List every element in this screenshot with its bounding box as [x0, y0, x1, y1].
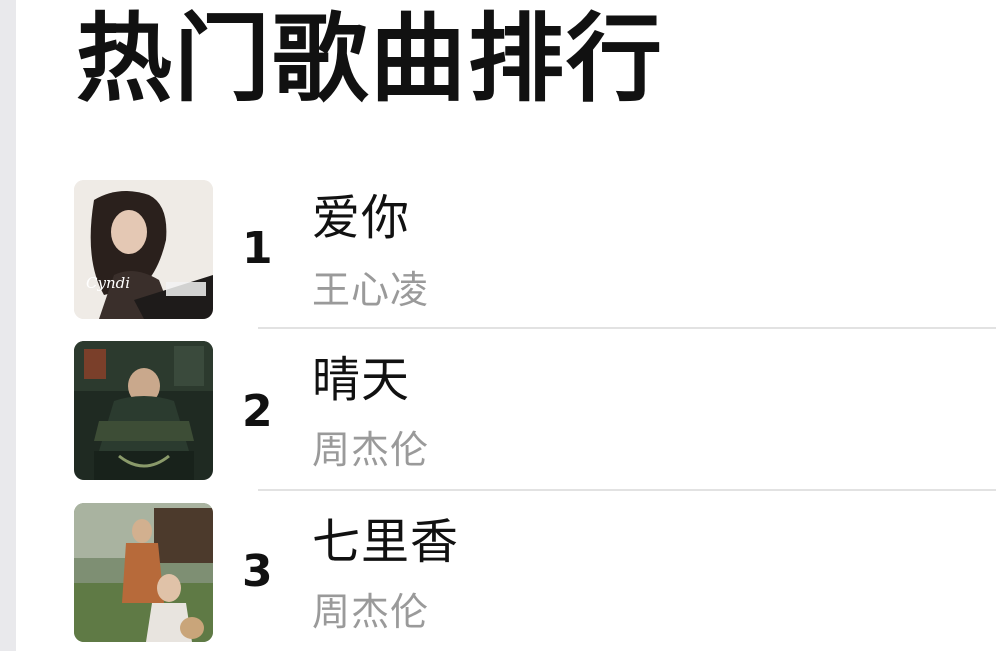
song-title: 七里香	[312, 514, 460, 570]
svg-text:Cyndi: Cyndi	[86, 274, 130, 292]
album-cover-3[interactable]	[74, 503, 213, 642]
song-title: 爱你	[312, 190, 411, 246]
rank-number: 2	[242, 386, 273, 437]
album-cover-qing-tian-icon	[74, 341, 213, 480]
song-artist: 王心凌	[312, 268, 430, 312]
row-divider	[258, 489, 996, 491]
rank-number: 1	[242, 223, 273, 274]
album-cover-1[interactable]: Cyndi	[74, 180, 213, 319]
song-artist: 周杰伦	[312, 428, 430, 472]
rank-number: 3	[242, 546, 273, 597]
song-row-3[interactable]: 3 七里香 周杰伦	[0, 502, 996, 651]
song-row-1[interactable]: Cyndi 1 爱你 王心凌	[0, 178, 996, 340]
song-artist: 周杰伦	[312, 590, 430, 634]
album-cover-qi-li-xiang-icon	[74, 503, 213, 642]
album-cover-2[interactable]	[74, 341, 213, 480]
album-cover-ai-ni-icon: Cyndi	[74, 180, 213, 319]
song-title: 晴天	[312, 352, 411, 408]
song-list: Cyndi 1 爱你 王心凌 2 晴天 周杰伦 3 七里香 周杰伦	[0, 0, 996, 651]
song-row-2[interactable]: 2 晴天 周杰伦	[0, 340, 996, 502]
row-divider	[258, 327, 996, 329]
screen: 热门歌曲排行 Cyndi 1 爱你 王心凌 2 晴天 周杰伦 3 七里香 周杰伦	[0, 0, 996, 651]
